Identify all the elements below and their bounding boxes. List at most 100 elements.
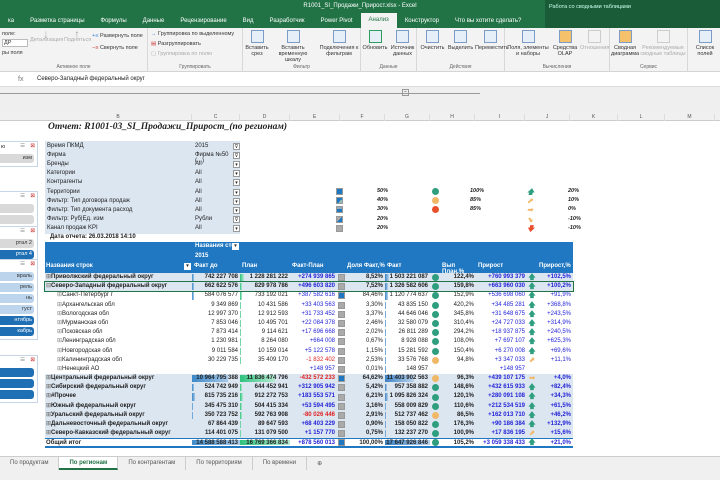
slicer-item[interactable]: изм [0, 154, 34, 163]
slicer-item[interactable]: нтябрь [0, 316, 34, 325]
table-row[interactable]: ⊞Архангельская обл9 349 86910 431 586+33… [45, 301, 573, 310]
column-header-I[interactable]: I [475, 114, 525, 121]
slicer-item[interactable]: нь [0, 294, 34, 303]
slicer-item[interactable] [0, 368, 34, 377]
refresh-button[interactable]: Обновить [362, 30, 388, 51]
tab-7[interactable]: Power Pivot [313, 18, 361, 24]
table-row[interactable]: ⊞Приволжский федеральный округ742 227 70… [45, 273, 573, 282]
dropdown-icon[interactable]: ▾ [233, 207, 240, 214]
select-button[interactable]: Выделить [447, 30, 474, 51]
dropdown-icon[interactable]: ▾ [233, 170, 240, 177]
ungroup-button[interactable]: ▤ Разгруппировать [151, 41, 201, 47]
row-label[interactable]: ⊞Новгородская обл [45, 347, 192, 356]
dropdown-icon[interactable]: ▾ [233, 198, 240, 205]
column-header-D[interactable]: D [240, 114, 290, 121]
slicer-item[interactable]: ртал 2 [0, 239, 34, 248]
active-field-input[interactable]: ДР [2, 39, 28, 47]
column-header-K[interactable]: K [570, 114, 618, 121]
tab-5[interactable]: Вид [235, 18, 262, 24]
row-label[interactable]: ⊞Центральный федеральный округ [45, 374, 192, 383]
drill-up-button[interactable]: ↑Подняться [64, 31, 90, 43]
tab-2[interactable]: Формулы [93, 18, 135, 24]
filter-icon[interactable]: ⊽ [233, 152, 240, 159]
recommended-pivots-button[interactable]: Рекомендуемые сводные таблицы [640, 30, 686, 57]
slicer-item[interactable]: рель [0, 283, 34, 292]
multiselect-icon[interactable]: ☰ [20, 228, 25, 234]
row-label[interactable]: ⊞Ненецкий АО [45, 365, 192, 374]
column-header-B[interactable]: B [45, 114, 192, 121]
row-label[interactable]: ⊞Архангельская обл [45, 301, 192, 310]
clear-filter-icon[interactable]: ⊠ [30, 143, 35, 149]
tab-3[interactable]: Данные [135, 18, 173, 24]
drill-down-button[interactable]: ↓Детализация [30, 31, 62, 43]
column-header-F[interactable]: F [340, 114, 385, 121]
data-source-button[interactable]: Источник данных [389, 30, 416, 57]
multiselect-icon[interactable]: ☰ [20, 143, 25, 149]
pivot-chart-button[interactable]: Сводная диаграмма [611, 30, 639, 57]
column-header-L[interactable]: L [618, 114, 665, 121]
collapse-field-button[interactable]: −≡ Свернуть поле [92, 45, 138, 51]
clear-button[interactable]: Очистить [419, 30, 446, 51]
slicer-item[interactable]: густ [0, 305, 34, 314]
row-label[interactable]: ⊞#Прочее [45, 392, 192, 401]
dropdown-icon[interactable]: ▾ [233, 225, 240, 232]
row-label[interactable]: ⊞Сибирский федеральный округ [45, 383, 192, 392]
filter-icon[interactable]: ⊽ [233, 216, 240, 223]
table-row[interactable]: ⊞Сибирский федеральный округ524 742 9496… [45, 383, 573, 392]
row-label[interactable]: ⊞Калининградская обл [45, 356, 192, 365]
tab-8[interactable]: Анализ [361, 13, 397, 28]
table-row[interactable]: ⊞Калининградская обл30 229 73535 409 170… [45, 356, 573, 365]
table-row[interactable]: ⊞Мурманская обл7 853 04610 495 701+22 08… [45, 319, 573, 328]
slicer-item[interactable]: кабрь [0, 327, 34, 336]
column-header-C[interactable]: C [192, 114, 240, 121]
clear-filter-icon[interactable]: ⊠ [30, 228, 35, 234]
table-row[interactable]: ⊞Псковская обл7 873 4149 114 621+17 696 … [45, 328, 573, 337]
row-label[interactable]: ⊞Южный федеральный округ [45, 402, 192, 411]
row-label[interactable]: ⊞Мурманская обл [45, 319, 192, 328]
row-label[interactable]: ⊞Уральский федеральный округ [45, 411, 192, 420]
multiselect-icon[interactable]: ☰ [20, 357, 25, 363]
table-row[interactable]: ⊞Южный федеральный округ345 475 310504 4… [45, 402, 573, 411]
row-label[interactable]: ⊞Вологодская обл [45, 310, 192, 319]
tab-6[interactable]: Разработчик [262, 18, 313, 24]
sheet-tab[interactable]: По территориям [186, 457, 252, 470]
clear-filter-icon[interactable]: ⊠ [30, 357, 35, 363]
dropdown-icon[interactable]: ▾ [233, 161, 240, 168]
table-row[interactable]: ⊞Уральский федеральный округ350 723 7525… [45, 411, 573, 420]
column-header-E[interactable]: E [290, 114, 340, 121]
slicer-item[interactable]: ртал 4 [0, 250, 34, 259]
column-header-M[interactable]: M [665, 114, 715, 121]
field-list-button[interactable]: Список полей [690, 30, 720, 57]
row-label[interactable]: ⊞Приволжский федеральный округ [45, 273, 192, 282]
table-row[interactable]: ⊞Центральный федеральный округ10 964 795… [45, 374, 573, 383]
table-row[interactable]: ⊞Санкт-Петербург г584 076 577733 192 021… [45, 291, 573, 300]
collapse-outline-button[interactable]: − [402, 89, 409, 96]
expand-field-button[interactable]: +≡ Развернуть поле [92, 33, 143, 39]
column-header-G[interactable]: G [385, 114, 430, 121]
tab-0[interactable]: ка [0, 18, 22, 24]
row-label[interactable]: ⊞Санкт-Петербург г [45, 291, 192, 300]
clear-filter-icon[interactable]: ⊠ [30, 193, 35, 199]
grand-total-row[interactable]: Общий итог14 588 588 41316 769 366 834+8… [45, 438, 573, 447]
sheet-tab[interactable]: По времени [253, 457, 307, 470]
dropdown-icon[interactable]: ▾ [233, 189, 240, 196]
row-label[interactable]: ⊞Дальневосточный федеральный округ [45, 420, 192, 429]
column-header-H[interactable]: H [430, 114, 475, 121]
row-label[interactable]: ⊞Северо-Кавказский федеральный округ [45, 429, 192, 438]
slicer-item[interactable] [0, 379, 34, 388]
table-row[interactable]: ⊞Ненецкий АО+148 9570,01%148 957+148 957 [45, 365, 573, 374]
filter-icon[interactable]: ⊽ [233, 143, 240, 150]
relationships-button[interactable]: Отношения [580, 30, 608, 51]
multiselect-icon[interactable]: ☰ [20, 193, 25, 199]
sheet-tab[interactable]: По регионам [59, 457, 118, 470]
multiselect-icon[interactable]: ☰ [20, 261, 25, 267]
fields-items-sets-button[interactable]: Поля, элементы и наборы [507, 30, 549, 57]
clear-filter-icon[interactable]: ⊠ [30, 261, 35, 267]
column-header-J[interactable]: J [525, 114, 570, 121]
row-label[interactable]: ⊞Псковская обл [45, 328, 192, 337]
tab-1[interactable]: Разметка страницы [22, 18, 92, 24]
table-row[interactable]: ⊞Ленинградская обл1 230 9818 264 080+664… [45, 337, 573, 346]
table-row[interactable]: ⊞Новгородская обл9 011 58410 159 014+5 1… [45, 347, 573, 356]
row-label[interactable]: ⊟Северо-Западный федеральный округ [45, 282, 192, 291]
column-filter-dropdown[interactable]: ▾ [232, 243, 239, 250]
